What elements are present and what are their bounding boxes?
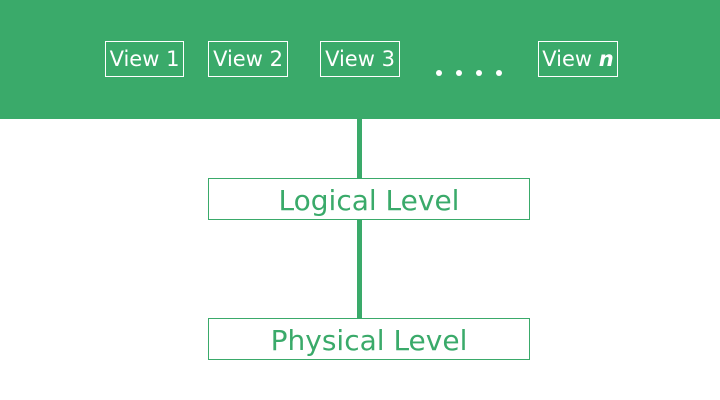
view-n-label: View <box>542 47 599 71</box>
connector-views-to-logical <box>357 119 362 179</box>
view-2-box: View 2 <box>208 41 288 77</box>
view-n-variable: n <box>598 47 614 71</box>
physical-level-box: Physical Level <box>208 318 530 360</box>
ellipsis <box>432 48 508 78</box>
view-3-box: View 3 <box>320 41 400 77</box>
logical-level-label: Logical Level <box>278 184 460 217</box>
ellipsis-dot <box>496 70 502 76</box>
logical-level-box: Logical Level <box>208 178 530 220</box>
ellipsis-dot <box>436 70 442 76</box>
view-2-label: View 2 <box>213 47 283 71</box>
view-3-label: View 3 <box>325 47 395 71</box>
view-level-band: View 1 View 2 View 3 View n <box>0 0 720 119</box>
diagram-canvas: View 1 View 2 View 3 View n Logical Leve… <box>0 0 720 400</box>
ellipsis-dot <box>476 70 482 76</box>
physical-level-label: Physical Level <box>270 324 468 357</box>
view-n-box: View n <box>538 41 618 77</box>
view-1-box: View 1 <box>105 41 184 77</box>
ellipsis-dot <box>456 70 462 76</box>
view-1-label: View 1 <box>109 47 180 71</box>
connector-logical-to-physical <box>357 218 362 319</box>
